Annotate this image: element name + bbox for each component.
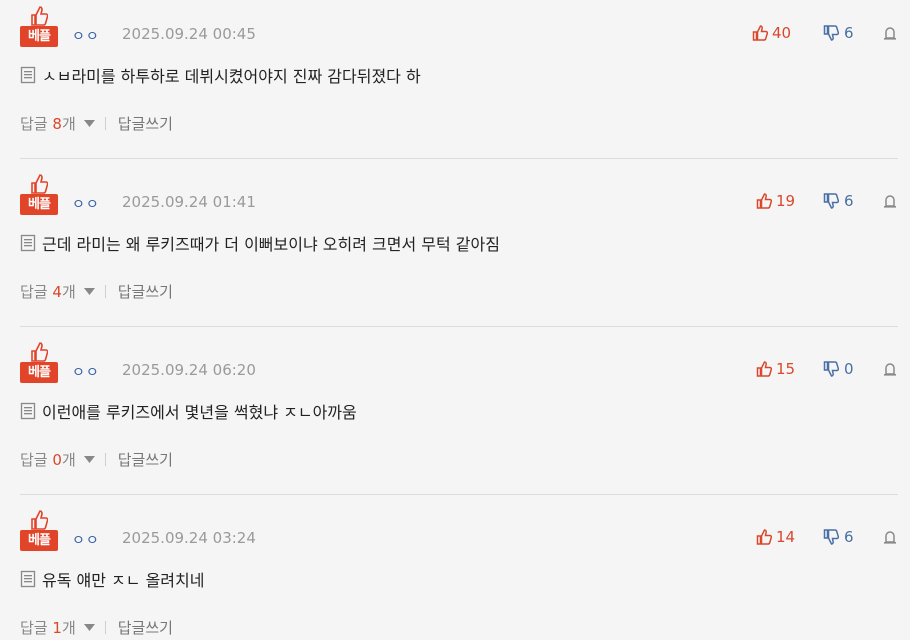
downvote-count: 6 bbox=[844, 192, 854, 210]
comment-body: 근데 라미는 왜 루키즈때가 더 이뻐보이냐 오히려 크면서 무턱 같아짐 bbox=[20, 232, 500, 254]
reply-toggle[interactable]: 답글 0개 bbox=[20, 449, 76, 470]
comment-text: 이런애를 루키즈에서 몇년을 썩혔냐 ㅈㄴ아까움 bbox=[42, 403, 357, 422]
best-label: 베플 bbox=[20, 362, 58, 383]
write-reply-button[interactable]: 답글쓰기 bbox=[118, 617, 173, 638]
document-icon bbox=[20, 234, 36, 252]
upvote-button[interactable]: 15 bbox=[756, 358, 795, 380]
nickname[interactable]: ㅇㅇ bbox=[72, 530, 100, 550]
reply-toggle[interactable]: 답글 8개 bbox=[20, 113, 76, 134]
caret-down-icon[interactable] bbox=[83, 119, 95, 127]
best-label: 베플 bbox=[20, 530, 58, 551]
separator bbox=[104, 620, 106, 634]
comment-body: 유독 얘만 ㅈㄴ 올려치네 bbox=[20, 568, 204, 590]
downvote-button[interactable]: 6 bbox=[823, 190, 854, 212]
best-comment-badge: 베플 bbox=[20, 342, 58, 384]
report-icon[interactable] bbox=[883, 26, 897, 40]
thumbs-up-icon bbox=[31, 174, 48, 194]
report-icon[interactable] bbox=[883, 362, 897, 376]
comment-item: 베플 ㅇㅇ 2025.09.24 00:45 40 6 ㅅㅂ라미를 하투하로 데… bbox=[0, 0, 910, 168]
reply-unit: 개 bbox=[61, 282, 76, 301]
reply-label: 답글 bbox=[20, 282, 48, 301]
reply-toggle[interactable]: 답글 1개 bbox=[20, 617, 76, 638]
report-icon[interactable] bbox=[883, 530, 897, 544]
reply-bar: 답글 0개 답글쓰기 bbox=[20, 448, 173, 470]
comment-date: 2025.09.24 06:20 bbox=[122, 361, 256, 379]
separator bbox=[104, 116, 106, 130]
thumbs-up-icon bbox=[31, 342, 48, 362]
thumbs-down-icon bbox=[823, 193, 839, 209]
upvote-button[interactable]: 40 bbox=[752, 22, 791, 44]
write-reply-button[interactable]: 답글쓰기 bbox=[118, 449, 173, 470]
comment-text: ㅅㅂ라미를 하투하로 데뷔시켰어야지 진짜 감다뒤졌다 하 bbox=[42, 67, 421, 86]
nickname[interactable]: ㅇㅇ bbox=[72, 26, 100, 46]
reply-count: 0 bbox=[52, 450, 62, 469]
comment-text: 근데 라미는 왜 루키즈때가 더 이뻐보이냐 오히려 크면서 무턱 같아짐 bbox=[42, 235, 500, 254]
best-comment-badge: 베플 bbox=[20, 174, 58, 216]
comment-item: 베플 ㅇㅇ 2025.09.24 01:41 19 6 근데 라미는 왜 루키즈… bbox=[0, 168, 910, 336]
reply-bar: 답글 4개 답글쓰기 bbox=[20, 280, 173, 302]
caret-down-icon[interactable] bbox=[83, 455, 95, 463]
thumbs-up-icon bbox=[31, 510, 48, 530]
thumbs-up-icon bbox=[756, 361, 772, 377]
best-label: 베플 bbox=[20, 194, 58, 215]
reply-label: 답글 bbox=[20, 618, 48, 637]
comment-text: 유독 얘만 ㅈㄴ 올려치네 bbox=[42, 571, 205, 590]
upvote-count: 14 bbox=[776, 528, 796, 546]
thumbs-down-icon bbox=[823, 529, 839, 545]
best-comment-badge: 베플 bbox=[20, 510, 58, 552]
report-icon[interactable] bbox=[883, 194, 897, 208]
reply-unit: 개 bbox=[61, 114, 76, 133]
comment-divider bbox=[20, 326, 898, 327]
downvote-button[interactable]: 6 bbox=[823, 526, 854, 548]
best-label: 베플 bbox=[20, 26, 58, 47]
downvote-count: 6 bbox=[844, 24, 854, 42]
nickname[interactable]: ㅇㅇ bbox=[72, 194, 100, 214]
reply-label: 답글 bbox=[20, 450, 48, 469]
comment-date: 2025.09.24 01:41 bbox=[122, 193, 256, 211]
reply-unit: 개 bbox=[61, 618, 76, 637]
document-icon bbox=[20, 402, 36, 420]
separator bbox=[104, 452, 106, 466]
best-comment-badge: 베플 bbox=[20, 6, 58, 48]
comment-divider bbox=[20, 158, 898, 159]
reply-unit: 개 bbox=[61, 450, 76, 469]
separator bbox=[104, 284, 106, 298]
reply-count: 1 bbox=[52, 618, 62, 637]
reply-toggle[interactable]: 답글 4개 bbox=[20, 281, 76, 302]
downvote-button[interactable]: 6 bbox=[823, 22, 854, 44]
comment-date: 2025.09.24 03:24 bbox=[122, 529, 256, 547]
downvote-button[interactable]: 0 bbox=[823, 358, 854, 380]
reply-count: 4 bbox=[52, 282, 62, 301]
reply-bar: 답글 1개 답글쓰기 bbox=[20, 616, 173, 638]
nickname[interactable]: ㅇㅇ bbox=[72, 362, 100, 382]
reply-label: 답글 bbox=[20, 114, 48, 133]
comment-divider bbox=[20, 494, 898, 495]
upvote-button[interactable]: 14 bbox=[756, 526, 795, 548]
comment-item: 베플 ㅇㅇ 2025.09.24 03:24 14 6 유독 얘만 ㅈㄴ 올려치… bbox=[0, 504, 910, 640]
caret-down-icon[interactable] bbox=[83, 623, 95, 631]
upvote-count: 15 bbox=[776, 360, 796, 378]
downvote-count: 6 bbox=[844, 528, 854, 546]
reply-bar: 답글 8개 답글쓰기 bbox=[20, 112, 173, 134]
upvote-count: 40 bbox=[772, 24, 792, 42]
comment-body: 이런애를 루키즈에서 몇년을 썩혔냐 ㅈㄴ아까움 bbox=[20, 400, 357, 422]
reply-count: 8 bbox=[52, 114, 62, 133]
comment-body: ㅅㅂ라미를 하투하로 데뷔시켰어야지 진짜 감다뒤졌다 하 bbox=[20, 64, 421, 86]
thumbs-down-icon bbox=[823, 25, 839, 41]
upvote-count: 19 bbox=[776, 192, 796, 210]
downvote-count: 0 bbox=[844, 360, 854, 378]
thumbs-up-icon bbox=[31, 6, 48, 26]
thumbs-up-icon bbox=[752, 25, 768, 41]
caret-down-icon[interactable] bbox=[83, 287, 95, 295]
upvote-button[interactable]: 19 bbox=[756, 190, 795, 212]
comment-date: 2025.09.24 00:45 bbox=[122, 25, 256, 43]
comment-item: 베플 ㅇㅇ 2025.09.24 06:20 15 0 이런애를 루키즈에서 몇… bbox=[0, 336, 910, 504]
write-reply-button[interactable]: 답글쓰기 bbox=[118, 281, 173, 302]
thumbs-down-icon bbox=[823, 361, 839, 377]
document-icon bbox=[20, 66, 36, 84]
thumbs-up-icon bbox=[756, 529, 772, 545]
write-reply-button[interactable]: 답글쓰기 bbox=[118, 113, 173, 134]
thumbs-up-icon bbox=[756, 193, 772, 209]
document-icon bbox=[20, 570, 36, 588]
